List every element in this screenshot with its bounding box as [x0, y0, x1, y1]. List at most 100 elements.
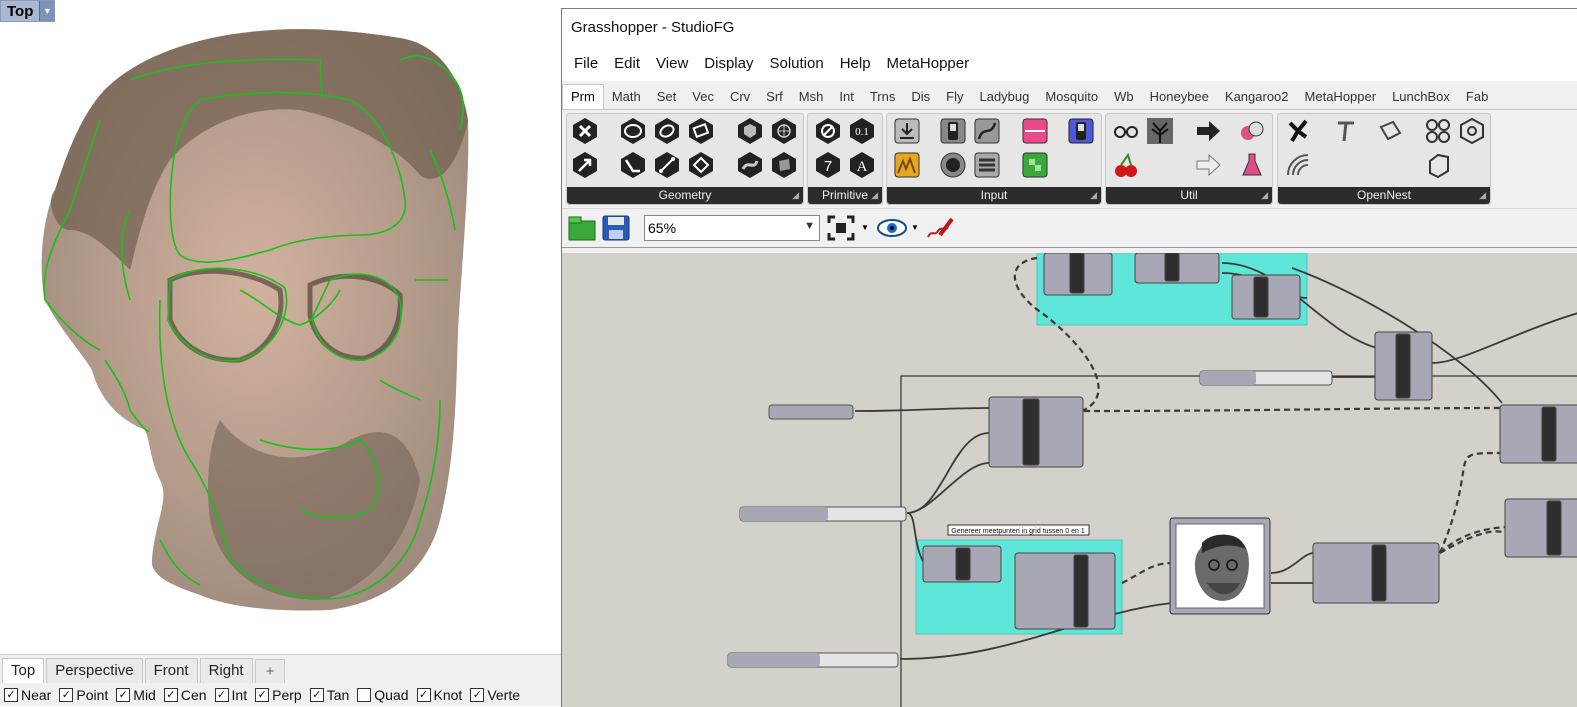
- component-node[interactable]: [1499, 404, 1577, 464]
- osnap-perp[interactable]: ✓ Perp: [255, 687, 302, 703]
- osnap-point[interactable]: ✓ Point: [59, 687, 108, 703]
- tab-right-viewport[interactable]: Right: [199, 658, 253, 683]
- group-expand-icon[interactable]: ◢: [1090, 187, 1097, 204]
- line-param-icon[interactable]: [651, 150, 683, 180]
- component-node[interactable]: [1504, 498, 1577, 558]
- surface-param-icon[interactable]: [734, 150, 766, 180]
- osnap-quad[interactable]: Quad: [357, 687, 409, 703]
- flask-icon[interactable]: [1236, 116, 1268, 146]
- panel-component[interactable]: [768, 404, 854, 420]
- component-node[interactable]: [1014, 552, 1116, 630]
- tab-perspective-viewport[interactable]: Perspective: [46, 658, 143, 683]
- open-folder-icon[interactable]: [568, 215, 596, 246]
- tab-math[interactable]: Math: [604, 85, 649, 109]
- graph-mapper-icon[interactable]: [971, 116, 1003, 146]
- glasses-icon[interactable]: [1110, 116, 1142, 146]
- add-viewport-icon[interactable]: +: [254, 659, 286, 683]
- osnap-int[interactable]: ✓ Int: [214, 687, 247, 703]
- menu-edit[interactable]: Edit: [606, 55, 648, 72]
- preview-eye-icon[interactable]: [876, 215, 908, 246]
- nest-icon[interactable]: [1282, 116, 1314, 146]
- text-tool-icon[interactable]: [1330, 116, 1362, 146]
- data-input-icon[interactable]: [891, 116, 923, 146]
- slider-input-icon[interactable]: [937, 150, 969, 180]
- tree-icon[interactable]: [1144, 116, 1176, 146]
- plane-param-icon[interactable]: [685, 150, 717, 180]
- osnap-tan[interactable]: ✓ Tan: [309, 687, 349, 703]
- osnap-knot[interactable]: ✓ Knot: [416, 687, 462, 703]
- decimal-param-icon[interactable]: 0.1: [846, 116, 878, 146]
- tab-srf[interactable]: Srf: [758, 85, 791, 109]
- image-preview-component[interactable]: [1169, 517, 1271, 615]
- zoom-extents-icon[interactable]: [827, 215, 857, 246]
- brep-param-icon[interactable]: [768, 150, 800, 180]
- cut-icon[interactable]: [1374, 116, 1406, 146]
- menu-display[interactable]: Display: [696, 55, 761, 72]
- tab-msh[interactable]: Msh: [791, 85, 832, 109]
- tab-prm[interactable]: Prm: [562, 84, 604, 109]
- tab-vec[interactable]: Vec: [684, 85, 722, 109]
- button-input-icon[interactable]: [1065, 116, 1097, 146]
- swatch-input-icon[interactable]: [1019, 150, 1051, 180]
- tab-set[interactable]: Set: [649, 85, 685, 109]
- tab-trns[interactable]: Trns: [862, 85, 904, 109]
- group-expand-icon[interactable]: ◢: [1479, 187, 1486, 204]
- tab-ladybug[interactable]: Ladybug: [971, 85, 1037, 109]
- menu-metahopper[interactable]: MetaHopper: [879, 55, 978, 72]
- osnap-cen[interactable]: ✓ Cen: [163, 687, 207, 703]
- potion-icon[interactable]: [1236, 150, 1268, 180]
- bake-input-icon[interactable]: [891, 150, 923, 180]
- cherry-icon[interactable]: [1110, 150, 1142, 180]
- number-param-icon[interactable]: [812, 116, 844, 146]
- tab-front-viewport[interactable]: Front: [144, 658, 198, 683]
- tab-top-viewport[interactable]: Top: [2, 658, 45, 683]
- tab-int[interactable]: Int: [831, 85, 861, 109]
- value-list-icon[interactable]: [971, 150, 1003, 180]
- mesh-param-icon[interactable]: [768, 116, 800, 146]
- tab-fly[interactable]: Fly: [938, 85, 971, 109]
- geometry-param-icon[interactable]: [569, 116, 601, 146]
- osnap-vertex[interactable]: ✓ Verte: [470, 687, 520, 703]
- menu-view[interactable]: View: [648, 55, 696, 72]
- arrow-right-icon[interactable]: [1192, 116, 1224, 146]
- cluster-icon[interactable]: [1422, 116, 1454, 146]
- vector-param-icon[interactable]: [569, 150, 601, 180]
- sketch-pen-icon[interactable]: [924, 215, 956, 246]
- osnap-near[interactable]: ✓ Near: [4, 687, 51, 703]
- osnap-mid[interactable]: ✓ Mid: [116, 687, 156, 703]
- tab-metahopper[interactable]: MetaHopper: [1297, 85, 1385, 109]
- tab-wb[interactable]: Wb: [1106, 85, 1142, 109]
- gradient-input-icon[interactable]: [1019, 116, 1051, 146]
- tab-kangaroo2[interactable]: Kangaroo2: [1217, 85, 1297, 109]
- group-expand-icon[interactable]: ◢: [792, 187, 799, 204]
- group-expand-icon[interactable]: ◢: [871, 187, 878, 204]
- menu-file[interactable]: File: [566, 55, 606, 72]
- box-param-icon[interactable]: [734, 116, 766, 146]
- grasshopper-canvas[interactable]: Genereer meetpunten in grid tussen 0 en …: [562, 253, 1577, 707]
- tab-fab[interactable]: Fab: [1458, 85, 1496, 109]
- preview-menu-icon[interactable]: ▼: [911, 223, 919, 232]
- zoom-extents-menu-icon[interactable]: ▼: [861, 223, 869, 232]
- tab-crv[interactable]: Crv: [722, 85, 758, 109]
- viewport-menu-chevron-icon[interactable]: ▼: [39, 1, 55, 21]
- tab-mosquito[interactable]: Mosquito: [1037, 85, 1106, 109]
- integer-param-icon[interactable]: 7: [812, 150, 844, 180]
- arc-param-icon[interactable]: [651, 116, 683, 146]
- rectangle-param-icon[interactable]: [685, 116, 717, 146]
- circle-param-icon[interactable]: [617, 116, 649, 146]
- tab-dis[interactable]: Dis: [903, 85, 938, 109]
- arrow-outline-icon[interactable]: [1192, 150, 1224, 180]
- menu-help[interactable]: Help: [832, 55, 879, 72]
- save-icon[interactable]: [602, 215, 630, 246]
- wifi-icon[interactable]: [1282, 150, 1314, 180]
- viewport-title[interactable]: Top ▼: [0, 0, 56, 22]
- toggle-input-icon[interactable]: [937, 116, 969, 146]
- rhino-viewport[interactable]: Top ▼ Top Perspective Front Right + ✓ Ne…: [0, 0, 562, 706]
- tab-honeybee[interactable]: Honeybee: [1142, 85, 1217, 109]
- sheet-icon[interactable]: [1422, 150, 1454, 180]
- curve-param-icon[interactable]: [617, 150, 649, 180]
- text-param-icon[interactable]: A: [846, 150, 878, 180]
- tab-lunchbox[interactable]: LunchBox: [1384, 85, 1458, 109]
- group-expand-icon[interactable]: ◢: [1261, 187, 1268, 204]
- menu-solution[interactable]: Solution: [761, 55, 831, 72]
